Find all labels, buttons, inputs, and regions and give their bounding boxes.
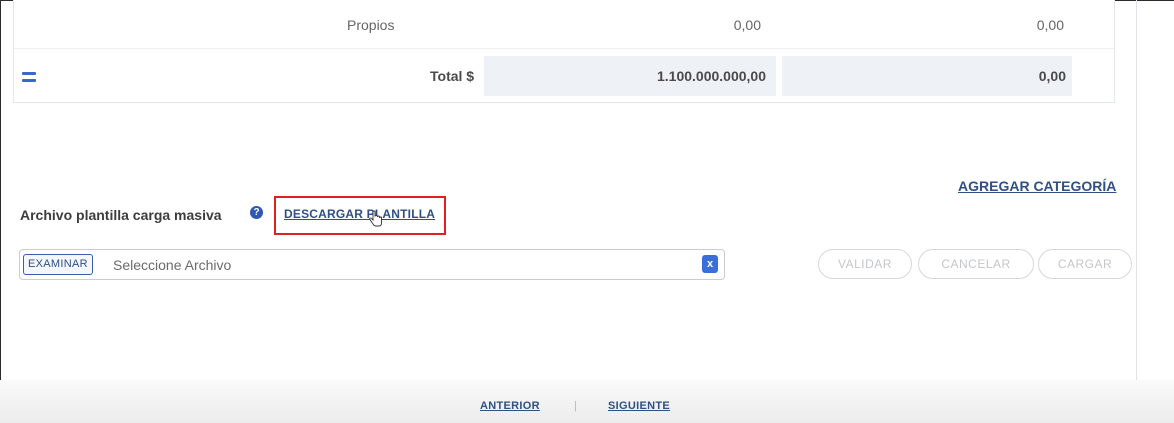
total-value-2-cell: 0,00 [782, 56, 1072, 96]
total-value-1-cell: 1.100.000.000,00 [484, 56, 776, 96]
file-input[interactable]: EXAMINAR Seleccione Archivo x [19, 249, 725, 280]
budget-summary-table: Propios 0,00 0,00 Total $ 1.100.000.000,… [13, 0, 1115, 103]
cancel-button[interactable]: CANCELAR [918, 249, 1034, 279]
total-label: Total $ [430, 68, 475, 84]
next-link[interactable]: SIGUIENTE [608, 400, 670, 412]
previous-link[interactable]: ANTERIOR [480, 400, 540, 412]
propios-value-2: 0,00 [1036, 17, 1064, 33]
add-category-link[interactable]: AGREGAR CATEGORÍA [958, 178, 1116, 194]
propios-value-1: 0,00 [733, 17, 761, 33]
hand-cursor-icon [369, 210, 382, 227]
pager-bar [0, 380, 1174, 423]
question-circle-icon[interactable]: ? [250, 206, 263, 219]
pager-separator: | [574, 400, 577, 412]
clear-file-button[interactable]: x [702, 255, 718, 273]
browse-button[interactable]: EXAMINAR [23, 254, 93, 275]
row-label-propios: Propios [347, 17, 395, 33]
content-border [1136, 0, 1137, 380]
total-value-1: 1.100.000.000,00 [657, 68, 766, 84]
download-template-link[interactable]: DESCARGAR PLANTILLA [284, 207, 435, 221]
validate-button[interactable]: VALIDAR [818, 249, 912, 279]
equals-icon [22, 72, 36, 82]
upload-button[interactable]: CARGAR [1038, 249, 1132, 279]
file-placeholder: Seleccione Archivo [113, 257, 232, 273]
total-value-2: 0,00 [1038, 68, 1066, 84]
row-divider [14, 48, 1114, 49]
upload-label: Archivo plantilla carga masiva [20, 207, 222, 223]
